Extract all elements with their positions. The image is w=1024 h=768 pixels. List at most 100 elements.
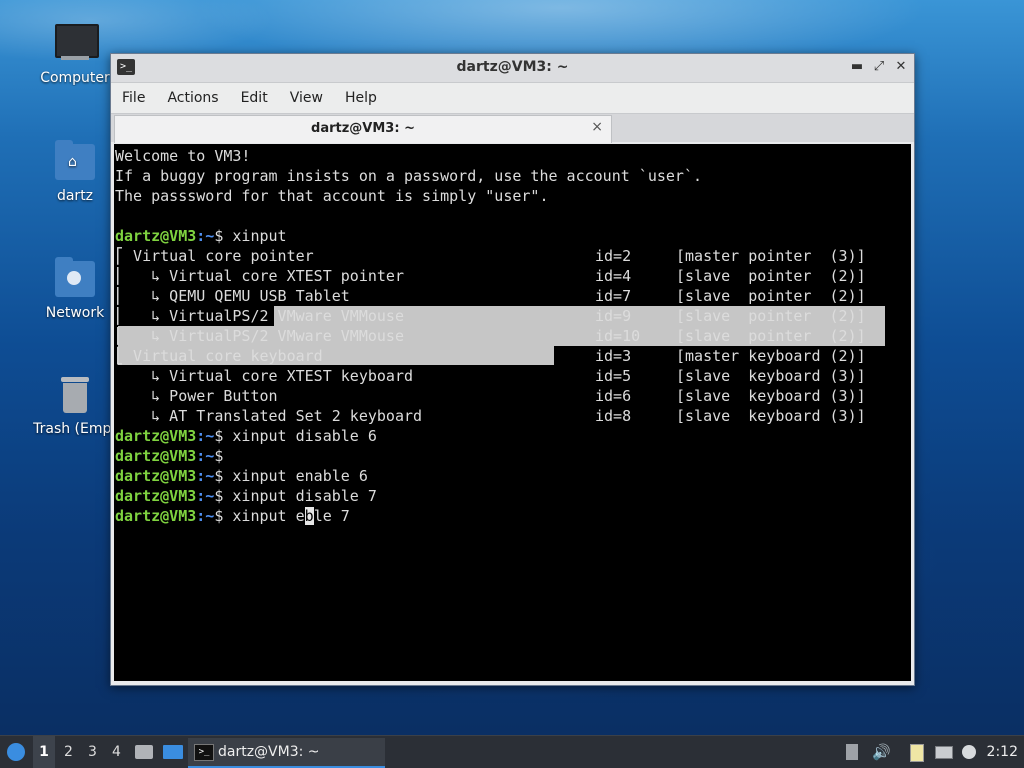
network-icon[interactable] [935, 744, 953, 760]
device-role: [slave pointer (2)] [676, 327, 866, 345]
prompt-user: dartz@VM3 [115, 427, 197, 445]
taskbar-window-terminal[interactable]: >_ dartz@VM3: ~ [188, 738, 385, 768]
prompt-path: :~ [196, 227, 215, 245]
device-id: id=3 [595, 347, 632, 365]
device-name: ⎡ Virtual core pointer [115, 247, 314, 265]
device-name: ↳ Virtual core XTEST keyboard [115, 367, 414, 385]
desktop-icon-label: dartz [56, 188, 94, 204]
device-id: id=4 [595, 267, 632, 285]
device-role: [slave keyboard (3)] [676, 367, 866, 385]
device-id: id=2 [595, 247, 632, 265]
desktop-icon-trash[interactable]: Trash (Empt [29, 373, 121, 437]
desktop-icon [163, 745, 183, 759]
prompt-symbol: $ [214, 467, 233, 485]
desktop-icon-home[interactable]: ⌂ dartz [29, 140, 121, 204]
taskbar-window-label: dartz@VM3: ~ [218, 744, 320, 760]
terminal-input-line[interactable]: dartz@VM3:~$ xinput eble 7 [115, 506, 350, 526]
device-id: id=5 [595, 367, 632, 385]
start-menu-button[interactable] [6, 736, 28, 768]
tab-close-icon[interactable]: × [591, 119, 603, 135]
command-text: xinput disable 6 [232, 427, 377, 445]
menu-file[interactable]: File [111, 90, 156, 106]
device-role: [slave keyboard (3)] [676, 387, 866, 405]
monitor-icon [51, 22, 99, 66]
terminal-command-line: dartz@VM3:~$ xinput [115, 226, 287, 246]
prompt-user: dartz@VM3 [115, 227, 197, 245]
volume-icon[interactable]: 🔊 [872, 744, 891, 760]
terminal-command-line: dartz@VM3:~$ xinput disable 7 [115, 486, 377, 506]
prompt-path: :~ [196, 507, 215, 525]
device-role: [slave pointer (2)] [676, 287, 866, 305]
device-id: id=10 [595, 327, 641, 345]
desktop-icon-computer[interactable]: Computer [29, 22, 121, 86]
desktop-icon-label: Network [45, 305, 105, 321]
workspace-1[interactable]: 1 [33, 736, 55, 768]
device-id: id=8 [595, 407, 632, 425]
close-button[interactable]: ✕ [894, 58, 908, 76]
prompt-path: :~ [196, 487, 215, 505]
workspace-4[interactable]: 4 [112, 736, 121, 768]
prompt-symbol: $ [214, 447, 233, 465]
text-cursor: b [304, 507, 314, 525]
command-text: xinput enable 6 [232, 467, 368, 485]
terminal-output[interactable]: Welcome to VM3! If a buggy program insis… [114, 144, 911, 681]
network-folder-icon [51, 257, 99, 301]
terminal-icon: >_ [194, 744, 214, 761]
menu-view[interactable]: View [279, 90, 334, 106]
device-id: id=9 [595, 307, 632, 325]
terminal-line: If a buggy program insists on a password… [115, 167, 702, 185]
menu-logo-icon [7, 743, 25, 761]
terminal-command-line: dartz@VM3:~$ [115, 446, 232, 466]
device-id: id=6 [595, 387, 632, 405]
tab-title: dartz@VM3: ~ [311, 121, 415, 136]
prompt-user: dartz@VM3 [115, 487, 197, 505]
device-role: [slave pointer (2)] [676, 267, 866, 285]
home-folder-icon: ⌂ [51, 140, 99, 184]
device-role: [master keyboard (2)] [676, 347, 866, 365]
input-text-before-cursor: xinput e [232, 507, 305, 525]
prompt-path: :~ [196, 447, 215, 465]
workspace-3[interactable]: 3 [88, 736, 97, 768]
tab-terminal[interactable]: dartz@VM3: ~ × [114, 115, 612, 143]
menubar: File Actions Edit View Help [111, 83, 914, 113]
terminal-window[interactable]: >_ dartz@VM3: ~ ▬ ⤢ ✕ File Actions Edit … [110, 53, 915, 686]
device-id: id=7 [595, 287, 632, 305]
desktop-icon-label: Trash (Empt [33, 421, 117, 437]
trash-icon [51, 373, 99, 417]
window-titlebar[interactable]: >_ dartz@VM3: ~ ▬ ⤢ ✕ [111, 54, 914, 83]
eject-icon[interactable] [844, 744, 860, 760]
desktop-icon-network[interactable]: Network [29, 257, 121, 321]
input-text-after-cursor: le 7 [313, 507, 350, 525]
notification-icon[interactable] [962, 744, 978, 760]
prompt-user: dartz@VM3 [115, 467, 197, 485]
device-role: [master pointer (3)] [676, 247, 866, 265]
clock[interactable]: 2:12 [987, 736, 1018, 768]
minimize-button[interactable]: ▬ [850, 58, 864, 76]
file-manager-launcher[interactable] [134, 736, 154, 768]
menu-help[interactable]: Help [334, 90, 388, 106]
menu-actions[interactable]: Actions [156, 90, 229, 106]
terminal-line: Welcome to VM3! [115, 147, 251, 165]
folder-icon [135, 745, 153, 759]
tab-bar: dartz@VM3: ~ × [111, 113, 914, 143]
maximize-button[interactable]: ⤢ [872, 58, 886, 76]
device-name: ⎣ Virtual core keyboard [115, 347, 323, 365]
prompt-user: dartz@VM3 [115, 507, 197, 525]
command-text: xinput disable 7 [232, 487, 377, 505]
terminal-line: The passsword for that account is simply… [115, 187, 549, 205]
device-name: ⎜ ↳ QEMU QEMU USB Tablet [115, 287, 350, 305]
show-desktop-button[interactable] [162, 736, 184, 768]
device-name: ⎜ ↳ VirtualPS/2 VMware VMMouse [115, 327, 404, 345]
prompt-path: :~ [196, 427, 215, 445]
prompt-symbol: $ [214, 427, 233, 445]
desktop-icon-label: Computer [40, 70, 110, 86]
workspace-2[interactable]: 2 [64, 736, 73, 768]
device-role: [slave keyboard (3)] [676, 407, 866, 425]
device-role: [slave pointer (2)] [676, 307, 866, 325]
prompt-user: dartz@VM3 [115, 447, 197, 465]
prompt-symbol: $ [214, 487, 233, 505]
command-text: xinput [232, 227, 287, 245]
clipboard-icon[interactable] [908, 744, 924, 762]
menu-edit[interactable]: Edit [230, 90, 279, 106]
terminal-command-line: dartz@VM3:~$ xinput enable 6 [115, 466, 368, 486]
